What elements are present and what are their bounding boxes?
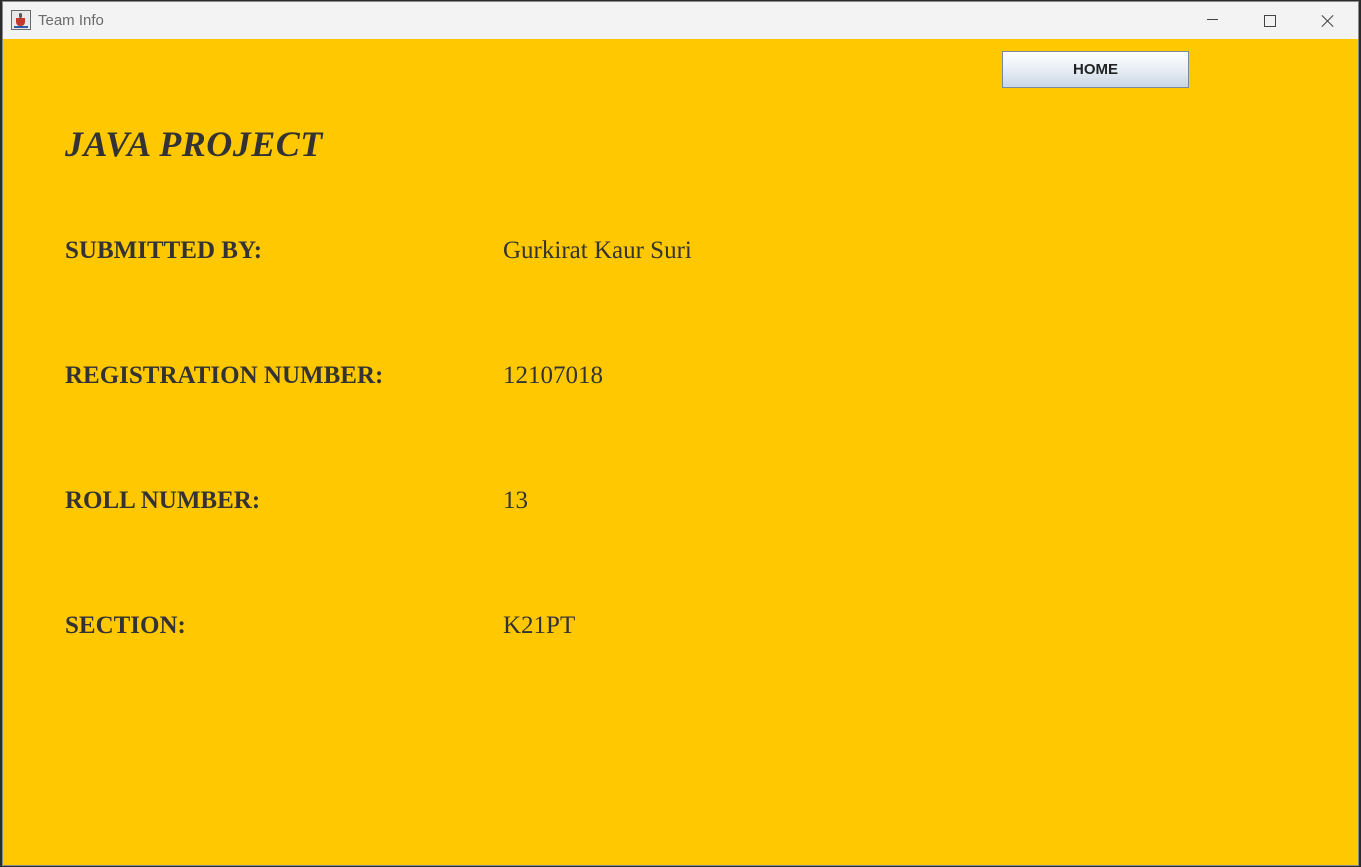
minimize-button[interactable] [1183,2,1241,39]
submitted-by-value: Gurkirat Kaur Suri [503,237,692,264]
registration-number-label: REGISTRATION NUMBER: [65,362,384,389]
roll-number-value: 13 [503,487,528,514]
section-value: K21PT [503,612,576,639]
minimize-icon [1206,19,1218,20]
maximize-icon [1264,14,1276,27]
window-title: Team Info [38,12,104,29]
close-icon [1321,14,1335,28]
team-info-window: Team Info HOME JAVA PROJECT SUBMITTED BY… [2,1,1359,866]
submitted-by-label: SUBMITTED BY: [65,237,263,264]
home-button[interactable]: HOME [1002,51,1189,88]
java-cup-icon [11,10,31,30]
close-button[interactable] [1299,2,1357,39]
section-label: SECTION: [65,612,186,639]
page-title: JAVA PROJECT [65,124,323,164]
maximize-button[interactable] [1241,2,1299,39]
registration-number-value: 12107018 [503,362,603,389]
roll-number-label: ROLL NUMBER: [65,487,261,514]
title-bar[interactable]: Team Info [3,2,1358,39]
